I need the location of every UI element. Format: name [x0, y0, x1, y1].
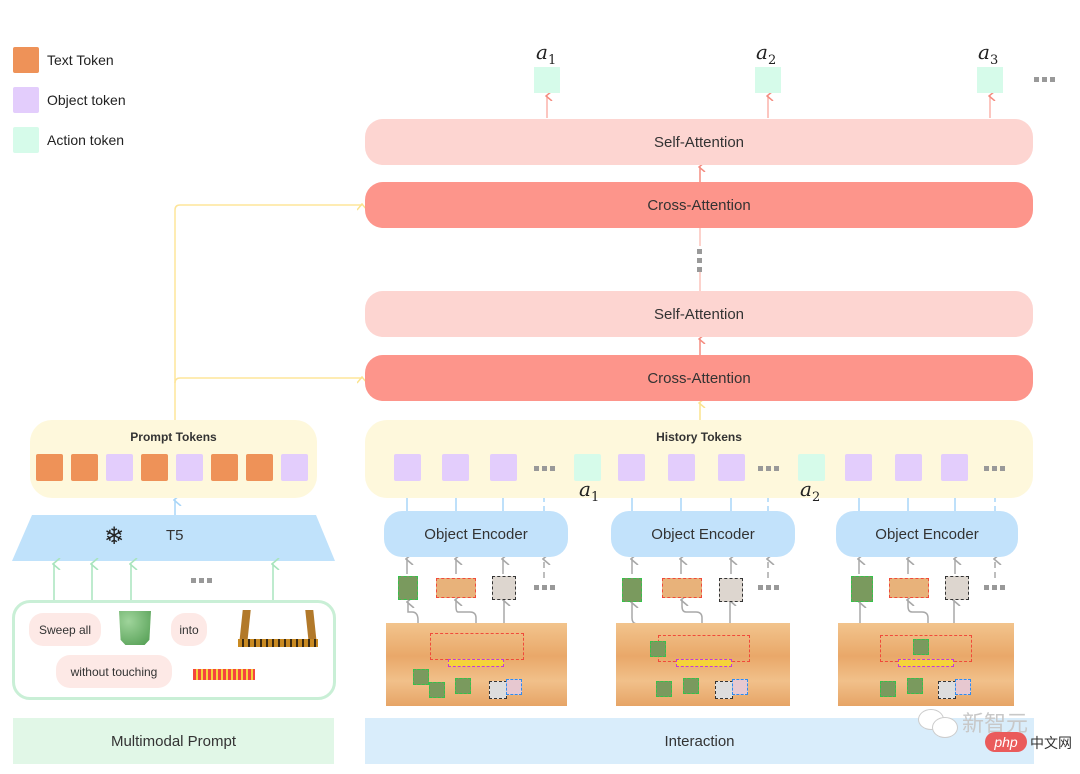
crop-dice	[719, 578, 743, 602]
legend-item-object-token: Object token	[13, 80, 126, 120]
object-token	[176, 454, 203, 481]
output-action-label-1: a1	[536, 40, 557, 68]
multimodal-prompt-footer: Multimodal Prompt	[13, 718, 334, 764]
prompt-tokens-panel: Prompt Tokens	[30, 420, 317, 498]
text-token	[141, 454, 168, 481]
legend: Text Token Object token Action token	[13, 40, 126, 160]
text-token	[211, 454, 238, 481]
prompt-word-sweep-all: Sweep all	[29, 613, 101, 646]
prompt-tokens-title: Prompt Tokens	[130, 430, 217, 444]
object-encoder-3: Object Encoder	[836, 511, 1018, 557]
crop-ellipsis	[984, 585, 1005, 590]
crop-frame	[436, 578, 476, 598]
history-object-token	[718, 454, 745, 481]
object-token	[281, 454, 308, 481]
self-attention-bottom: Self-Attention	[365, 291, 1033, 337]
green-cube-image	[119, 611, 151, 645]
cross-attention-top: Cross-Attention	[365, 182, 1033, 228]
three-sided-frame-image	[238, 610, 318, 647]
prompt-token-row	[36, 454, 317, 481]
legend-label: Action token	[47, 132, 125, 148]
crop-ellipsis	[758, 585, 779, 590]
output-action-label-3: a3	[978, 40, 999, 68]
t5-label: T5	[166, 527, 184, 544]
prompt-word-without-touching: without touching	[56, 655, 172, 688]
scene-image-3	[838, 623, 1014, 706]
output-action-label-2: a2	[756, 40, 777, 68]
self-attention-top: Self-Attention	[365, 119, 1033, 165]
text-token	[36, 454, 63, 481]
history-object-token	[618, 454, 645, 481]
scene-image-1	[386, 623, 567, 706]
object-encoder-1: Object Encoder	[384, 511, 568, 557]
legend-item-text-token: Text Token	[13, 40, 126, 80]
object-encoder-2: Object Encoder	[611, 511, 795, 557]
crop-ellipsis	[534, 585, 555, 590]
stack-ellipsis-vertical	[697, 249, 703, 272]
crop-green-cube	[398, 576, 418, 600]
history-action-label-1: a1	[579, 477, 600, 505]
output-action-token-2	[755, 67, 781, 93]
php-badge: php	[985, 732, 1027, 752]
crop-green-cube	[851, 576, 873, 602]
history-ellipsis	[984, 466, 1005, 471]
object-token-swatch	[13, 87, 39, 113]
cross-attention-bottom: Cross-Attention	[365, 355, 1033, 401]
output-more-ellipsis	[1034, 77, 1055, 82]
legend-label: Object token	[47, 92, 126, 108]
history-object-token	[668, 454, 695, 481]
history-object-token	[895, 454, 922, 481]
history-object-token	[490, 454, 517, 481]
crop-frame	[662, 578, 702, 598]
legend-item-action-token: Action token	[13, 120, 126, 160]
object-token	[106, 454, 133, 481]
history-object-token	[394, 454, 421, 481]
crop-dice	[945, 576, 969, 600]
history-ellipsis	[758, 466, 779, 471]
text-token-swatch	[13, 47, 39, 73]
wechat-icon	[918, 707, 958, 738]
watermark-site: 中文网	[1030, 736, 1072, 752]
crop-dice	[492, 576, 516, 600]
history-action-label-2: a2	[800, 477, 821, 505]
striped-line-image	[193, 669, 255, 680]
prompt-to-cross-path	[174, 205, 362, 420]
text-token	[71, 454, 98, 481]
output-action-token-1	[534, 67, 560, 93]
history-object-token	[941, 454, 968, 481]
prompt-more-ellipsis	[191, 578, 212, 583]
snowflake-icon: ❄	[104, 523, 125, 550]
prompt-to-cross-path-2	[174, 378, 362, 383]
action-token-swatch	[13, 127, 39, 153]
php-badge-text: php	[994, 734, 1018, 750]
legend-label: Text Token	[47, 52, 114, 68]
history-object-token	[442, 454, 469, 481]
crop-frame	[889, 578, 929, 598]
history-ellipsis	[534, 466, 555, 471]
prompt-word-into: into	[171, 613, 207, 646]
output-action-token-3	[977, 67, 1003, 93]
history-object-token	[845, 454, 872, 481]
history-tokens-title: History Tokens	[656, 430, 742, 444]
crop-green-cube	[622, 578, 642, 602]
scene-image-2	[616, 623, 790, 706]
text-token	[246, 454, 273, 481]
